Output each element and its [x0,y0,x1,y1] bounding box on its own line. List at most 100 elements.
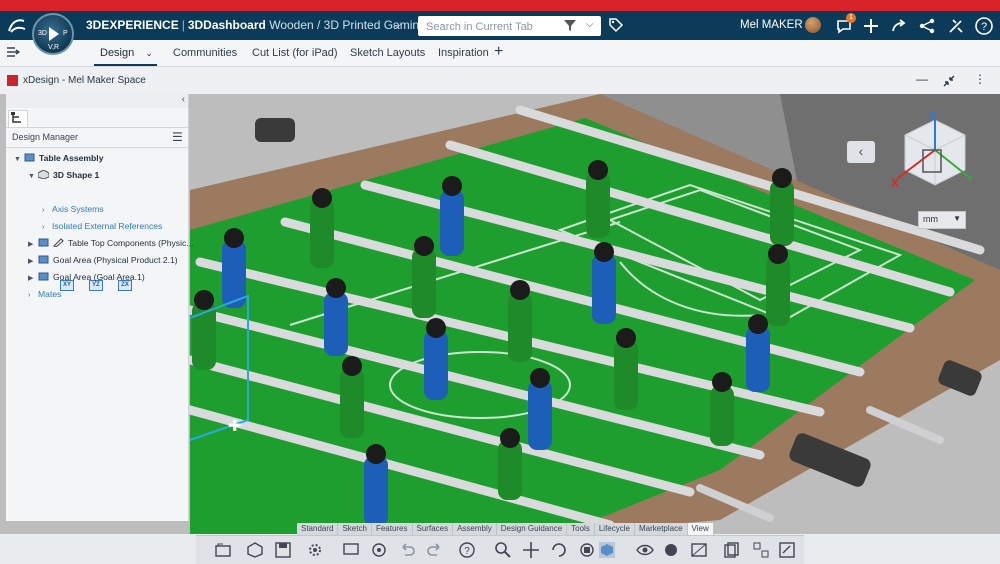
restore-icon[interactable] [942,74,956,88]
add-icon[interactable] [861,16,881,36]
tree-item-goal-area-instance[interactable]: ▶ Goal Area (Goal Area.1) [28,271,145,284]
section-view-icon[interactable] [690,541,708,559]
tab-design[interactable]: Design ⌄ [100,47,153,59]
action-bar-tabs: Standard Sketch Features Surfaces Assembly De… [297,523,714,535]
add-tab-icon[interactable]: + [494,43,503,61]
expand-triangle-icon[interactable]: ▶ [28,255,38,268]
redo-icon[interactable] [426,541,444,559]
expand-triangle-icon[interactable]: ▶ [28,272,38,285]
filter-icon[interactable] [564,19,576,32]
tab-view[interactable]: View [687,523,714,535]
tab-tools[interactable]: Tools [567,523,595,535]
tree-item-table-top[interactable]: ▶ Table Top Components (Physic... [28,237,193,250]
xdesign-app-icon [7,75,18,86]
preferences-gear-icon[interactable] [370,541,388,559]
triangle-down-icon: ▼ [953,214,961,223]
tab-design-guidance[interactable]: Design Guidance [497,523,568,535]
tab-sketch[interactable]: Sketch [338,523,372,535]
tree-item-mates[interactable]: › Mates [28,288,61,301]
dassault-logo-icon[interactable] [6,15,28,37]
tab-cut-list[interactable]: Cut List (for iPad) [252,47,338,59]
tag-icon[interactable] [608,17,624,33]
previous-view-button[interactable]: ‹ [847,141,875,163]
tab-inspiration[interactable]: Inspiration [438,47,489,59]
avatar[interactable] [805,17,821,33]
help-icon[interactable]: ? [974,16,994,36]
user-name[interactable]: Mel MAKER [740,19,803,31]
compass-left-label: 3D [38,30,47,37]
visibility-eye-icon[interactable] [636,541,654,559]
assembly-icon [24,153,35,162]
chevron-down-icon[interactable]: ⌵ [393,19,401,32]
compass-right-label: P [63,30,68,37]
tree-item-table-assembly[interactable]: ▼ Table Assembly [14,152,103,165]
action-bar: ? [196,535,804,564]
tree-item-isolated-references[interactable]: › Isolated External References [42,220,162,233]
tab-marketplace[interactable]: Marketplace [635,523,688,535]
axis-z-label: Z [929,109,937,123]
exploded-view-icon[interactable] [752,541,770,559]
import-icon[interactable] [246,541,264,559]
fit-all-icon[interactable] [578,541,596,559]
divider [6,147,188,148]
chevron-right-icon[interactable]: › [42,204,52,217]
expand-triangle-icon[interactable]: ▼ [28,170,38,183]
units-dropdown[interactable]: mm ▼ [918,211,966,229]
divider [6,127,188,128]
panel-collapse-bar[interactable]: ‹ [6,94,188,108]
chevron-left-icon[interactable]: ‹ [182,94,185,105]
collapse-panel-icon[interactable] [6,46,20,58]
settings-gear-icon[interactable] [306,541,324,559]
display-icon[interactable] [342,541,360,559]
design-manager-title: Design Manager [12,132,79,142]
open-icon[interactable] [214,541,232,559]
tab-surfaces[interactable]: Surfaces [413,523,454,535]
view-orientation-icon[interactable] [598,541,616,559]
chevron-down-icon[interactable]: ⌄ [145,48,153,58]
active-tab-indicator [94,64,157,66]
share-icon[interactable] [889,16,909,36]
menu-icon[interactable]: ☰ [172,130,183,144]
layers-icon[interactable] [722,541,740,559]
tab-sketch-layouts[interactable]: Sketch Layouts [350,47,425,59]
tree-item-3d-shape[interactable]: ▼ 3D Shape 1 [28,169,99,182]
save-icon[interactable] [274,541,292,559]
expand-triangle-icon[interactable]: ▼ [14,153,24,166]
breadcrumb[interactable]: 3DEXPERIENCE | 3DDashboard Wooden / 3D Pri… [86,18,445,32]
notification-badge: 1 [846,13,856,23]
help-icon[interactable]: ? [458,541,476,559]
compass-bottom-label: V,R [48,44,60,51]
tree-structure-icon [11,112,21,123]
edit-pencil-icon [53,238,64,247]
tab-standard[interactable]: Standard [297,523,339,535]
svg-text:?: ? [981,21,987,33]
tree-item-axis-systems[interactable]: › Axis Systems [42,203,104,216]
zoom-icon[interactable] [494,541,512,559]
dashboard-name: 3DDashboard [187,18,266,32]
chevron-right-icon[interactable]: › [28,289,38,302]
search-input[interactable] [424,19,563,35]
measure-icon[interactable] [778,541,796,559]
compass-widget[interactable]: 3D P V,R [32,13,74,55]
render-style-icon[interactable] [662,541,680,559]
units-value: mm [923,214,938,224]
tab-communities[interactable]: Communities [173,47,237,59]
apps-tools-icon[interactable] [946,16,966,36]
pan-icon[interactable] [522,541,540,559]
axis-x-label: X [891,176,900,190]
shape-icon [38,170,49,179]
rotate-icon[interactable] [550,541,568,559]
tab-features[interactable]: Features [372,523,413,535]
chevron-right-icon[interactable]: › [42,221,52,234]
tree-item-goal-area-physical[interactable]: ▶ Goal Area (Physical Product 2.1) [28,254,178,267]
minimize-icon[interactable]: — [916,72,928,86]
chevron-down-icon[interactable]: ⌵ [586,19,594,30]
more-options-icon[interactable]: ⋮ [974,72,986,86]
collaborate-icon[interactable] [917,16,937,36]
tab-assembly[interactable]: Assembly [453,523,497,535]
tab-lifecycle[interactable]: Lifecycle [595,523,635,535]
tree-tab[interactable] [8,110,28,128]
undo-icon[interactable] [398,541,416,559]
play-icon[interactable] [49,27,59,41]
expand-triangle-icon[interactable]: ▶ [28,238,38,251]
